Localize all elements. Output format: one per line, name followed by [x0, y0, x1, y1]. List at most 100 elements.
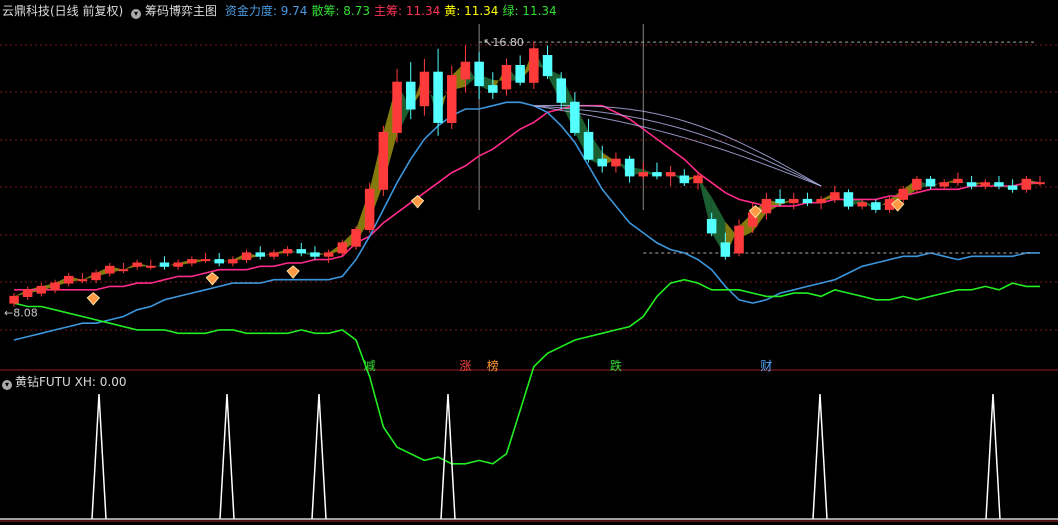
signal-label-0: 减: [363, 359, 376, 373]
candle-body: [310, 252, 320, 257]
candle-body: [173, 262, 183, 267]
xh-spike-1: [219, 393, 235, 520]
candle-body: [515, 65, 525, 83]
candle-body: [542, 55, 553, 77]
indicator-lines: [13, 41, 1040, 465]
signal-label-1: 涨: [459, 359, 472, 373]
candle-body: [898, 188, 908, 200]
candle-body: [857, 202, 867, 207]
candle-body: [734, 225, 744, 254]
candle-body: [529, 48, 539, 83]
xh-subchart: [0, 393, 1058, 520]
candle-body: [214, 259, 224, 264]
candle-body: [775, 198, 785, 204]
candle-body: [269, 252, 279, 257]
candle-body: [351, 229, 361, 247]
candle-body: [241, 252, 252, 261]
candle-body: [132, 262, 142, 267]
indicator-field-4: 绿: 11.34: [502, 4, 557, 18]
candle-body: [871, 202, 881, 210]
candle-body: [378, 131, 389, 190]
candle-body: [679, 175, 690, 184]
candle-body: [939, 182, 949, 187]
indicator-name: 筹码博弈主图: [145, 4, 218, 18]
candle-body: [570, 101, 580, 133]
xh-spike-4: [812, 393, 828, 520]
xh-spike-3: [440, 393, 456, 520]
candle-body: [406, 81, 416, 110]
sub-indicator-toggle-icon[interactable]: ▾: [2, 380, 12, 390]
diamond-marker-0: [86, 292, 101, 306]
xh-label: XH:: [74, 375, 96, 389]
candle-body: [282, 249, 293, 254]
cost-band: [14, 48, 1040, 297]
series-line-0: [14, 104, 1040, 291]
candle-body: [501, 65, 512, 90]
candle-body: [36, 285, 47, 294]
indicator-fields: 资金力度: 9.74 散筹: 8.73 主筹: 11.34 黄: 11.34 绿: 11…: [225, 4, 561, 18]
candle-body: [9, 295, 19, 304]
xh-spike-2: [311, 393, 327, 520]
candle-body: [624, 158, 635, 177]
candle-body: [816, 198, 826, 204]
candle-body: [953, 178, 963, 184]
candle-body: [296, 249, 306, 254]
candle-body: [830, 192, 840, 200]
diamond-marker-3: [410, 195, 425, 209]
candle-body: [433, 71, 443, 123]
candle-body: [912, 178, 922, 190]
indicator-field-2: 主筹: 11.34: [374, 4, 441, 18]
main-chart-header: 云鼎科技(日线 前复权) ▾ 筹码博弈主图 资金力度: 9.74 散筹: 8.73 主…: [2, 4, 565, 19]
sub-indicator-name: 黄钻FUTU: [15, 375, 71, 389]
xh-value: 0.00: [99, 375, 127, 389]
xh-spike-0: [91, 393, 107, 520]
candle-body: [364, 188, 375, 231]
candle-body: [611, 158, 621, 167]
candle-body: [994, 182, 1004, 187]
signal-label-3: 跌: [609, 359, 622, 373]
candle-body: [146, 265, 156, 268]
candle-body: [337, 242, 348, 254]
candle-body: [392, 81, 402, 133]
min-price-label: ←8.08: [4, 307, 38, 320]
candle-body: [980, 182, 990, 187]
indicator-field-1: 散筹: 8.73: [311, 4, 371, 18]
sub-chart-header: ▾ 黄钻FUTU XH: 0.00: [2, 375, 126, 390]
indicator-toggle-icon[interactable]: ▾: [131, 9, 142, 19]
candle-body: [228, 259, 238, 264]
series-line-2: [13, 278, 1040, 465]
candle-body: [665, 172, 676, 177]
candle-body: [159, 262, 170, 267]
diamond-marker-2: [286, 265, 300, 279]
candle-body: [474, 61, 484, 87]
candle-body: [419, 71, 430, 107]
candlesticks: [9, 42, 1045, 307]
candle-body: [693, 175, 703, 184]
candle-body: [638, 172, 648, 177]
candle-body: [255, 252, 265, 257]
candle-body: [843, 192, 854, 207]
candle-body: [652, 172, 662, 177]
candle-body: [1021, 178, 1032, 190]
candle-body: [488, 85, 498, 93]
candle-body: [91, 272, 101, 281]
stock-title: 云鼎科技(日线 前复权): [2, 4, 124, 18]
candle-body: [118, 269, 129, 272]
xh-spike-5: [985, 393, 1001, 520]
candle-body: [1007, 185, 1018, 190]
candle-body: [187, 259, 197, 264]
candle-body: [966, 182, 977, 187]
signal-label-4: 财: [760, 359, 773, 373]
candle-body: [761, 198, 772, 214]
candle-body: [556, 78, 566, 103]
candle-body: [583, 131, 594, 160]
indicator-field-3: 黄: 11.34: [444, 4, 499, 18]
candle-body: [597, 158, 607, 167]
candle-body: [22, 289, 33, 297]
candle-body: [77, 279, 88, 282]
candle-body: [64, 275, 74, 284]
grid-lines: [0, 24, 1058, 522]
candle-body: [200, 259, 211, 262]
candle-body: [789, 198, 799, 204]
diamond-marker-1: [205, 272, 220, 286]
